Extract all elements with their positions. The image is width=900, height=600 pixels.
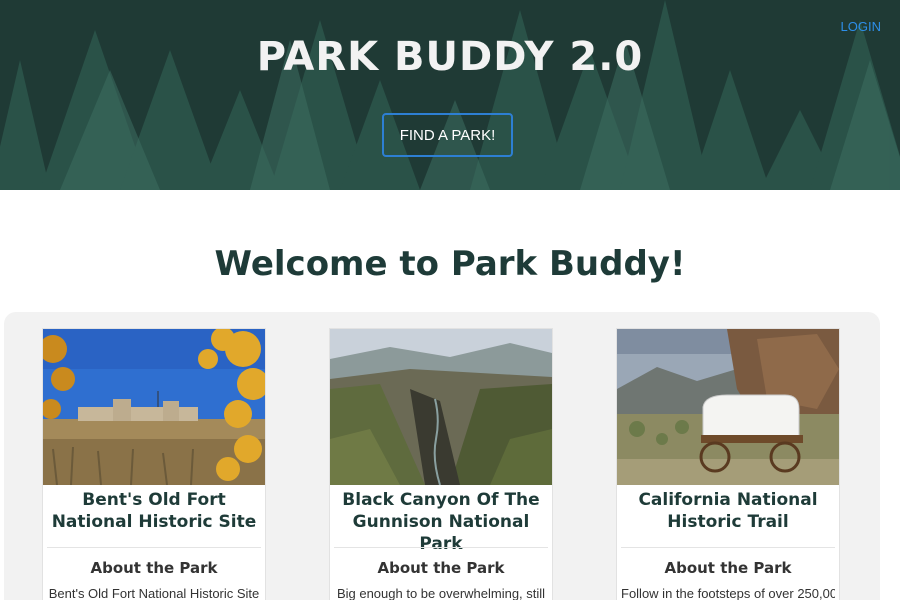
park-name[interactable]: Black Canyon Of The Gunnison National Pa… bbox=[334, 489, 548, 555]
card-divider bbox=[47, 547, 261, 548]
park-name[interactable]: Bent's Old Fort National Historic Site bbox=[47, 489, 261, 533]
park-card[interactable]: Black Canyon Of The Gunnison National Pa… bbox=[329, 328, 553, 600]
park-description: Bent's Old Fort National Historic Site bbox=[48, 586, 260, 600]
park-photo-bents-old-fort bbox=[43, 329, 265, 485]
about-heading: About the Park bbox=[664, 559, 792, 577]
park-card[interactable]: California National Historic Trail About… bbox=[616, 328, 840, 600]
park-photo-california-trail bbox=[617, 329, 839, 485]
welcome-heading: Welcome to Park Buddy! bbox=[214, 244, 686, 284]
park-name[interactable]: California National Historic Trail bbox=[621, 489, 835, 533]
park-description: Follow in the footsteps of over 250,000 bbox=[621, 586, 835, 600]
card-divider bbox=[621, 547, 835, 548]
login-link[interactable]: LOGIN bbox=[841, 19, 881, 34]
park-photo-black-canyon bbox=[330, 329, 552, 485]
about-heading: About the Park bbox=[377, 559, 505, 577]
park-card[interactable]: Bent's Old Fort National Historic Site A… bbox=[42, 328, 266, 600]
about-heading: About the Park bbox=[90, 559, 218, 577]
site-title: PARK BUDDY 2.0 bbox=[256, 34, 644, 80]
forest-background bbox=[0, 0, 900, 190]
hero-banner: PARK BUDDY 2.0 FIND A PARK! LOGIN bbox=[0, 0, 900, 190]
park-description: Big enough to be overwhelming, still bbox=[336, 586, 546, 600]
find-park-button[interactable]: FIND A PARK! bbox=[382, 113, 513, 157]
card-divider bbox=[334, 547, 548, 548]
